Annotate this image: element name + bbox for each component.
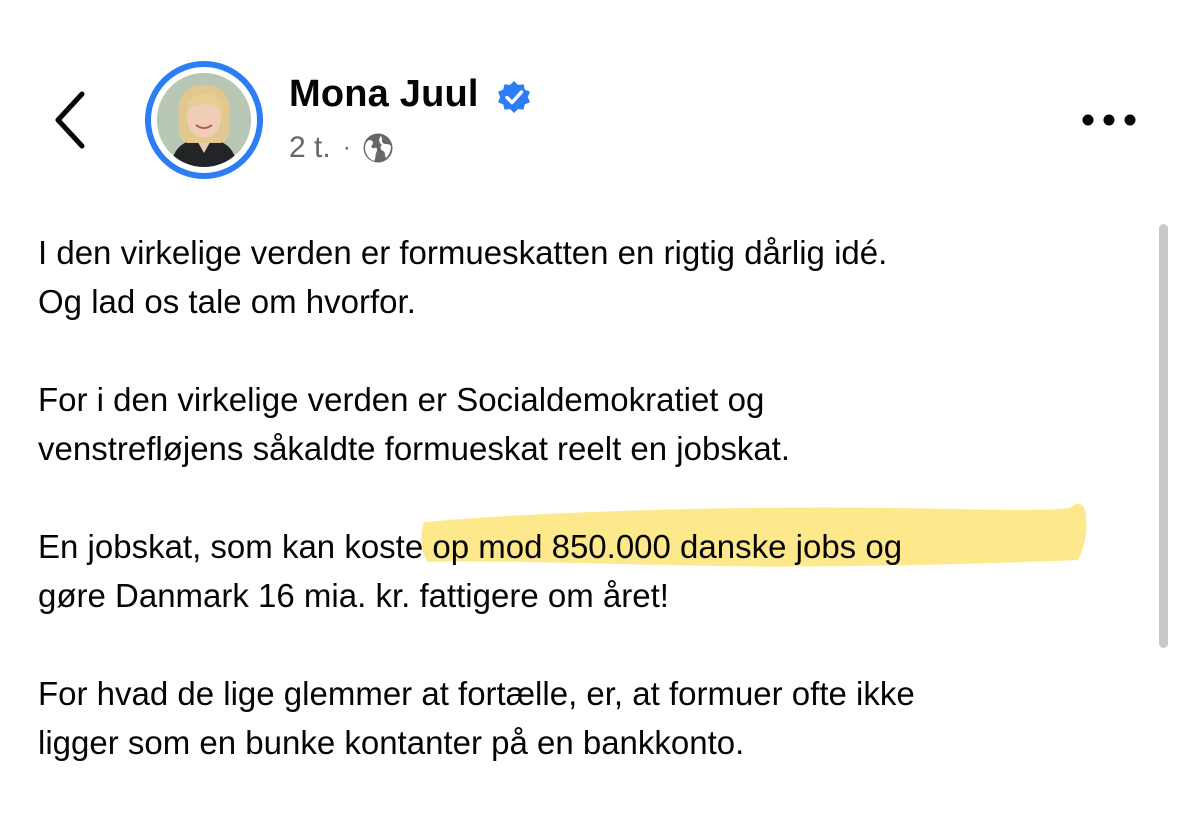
avatar [157, 73, 251, 167]
post-line: gøre Danmark 16 mia. kr. fattigere om år… [38, 577, 669, 614]
back-button[interactable] [40, 80, 100, 160]
post-header: Mona Juul 2 t. · [0, 0, 1179, 200]
post-line: I den virkelige verden er formueskatten … [38, 234, 888, 271]
more-horizontal-icon [1082, 114, 1136, 126]
meta-separator: · [342, 134, 351, 161]
post-line: For i den virkelige verden er Socialdemo… [38, 381, 765, 418]
verified-badge-icon [498, 81, 530, 113]
author-name[interactable]: Mona Juul [289, 73, 479, 116]
post-paragraph: For i den virkelige verden er Socialdemo… [38, 375, 1138, 473]
post-paragraph: I den virkelige verden er formueskatten … [38, 228, 1138, 326]
more-options-button[interactable] [1074, 100, 1144, 140]
globe-icon[interactable] [361, 131, 395, 165]
post-paragraph: For hvad de lige glemmer at fortælle, er… [38, 669, 1138, 767]
post-line: venstrefløjens såkaldte formueskat reelt… [38, 430, 791, 467]
post-line: ligger som en bunke kontanter på en bank… [38, 724, 745, 761]
post-paragraph-highlighted: En jobskat, som kan koste op mod 850.000… [38, 522, 1138, 620]
post-line: For hvad de lige glemmer at fortælle, er… [38, 675, 915, 712]
post-line: Og lad os tale om hvorfor. [38, 283, 416, 320]
post-timestamp[interactable]: 2 t. [289, 131, 331, 165]
post-line: En jobskat, som kan koste op mod 850.000… [38, 528, 903, 565]
post-meta: 2 t. · [289, 128, 395, 168]
author-avatar-button[interactable] [145, 61, 263, 179]
chevron-left-icon [55, 91, 85, 149]
scrollbar[interactable] [1159, 224, 1168, 648]
post-body: I den virkelige verden er formueskatten … [38, 228, 1138, 816]
